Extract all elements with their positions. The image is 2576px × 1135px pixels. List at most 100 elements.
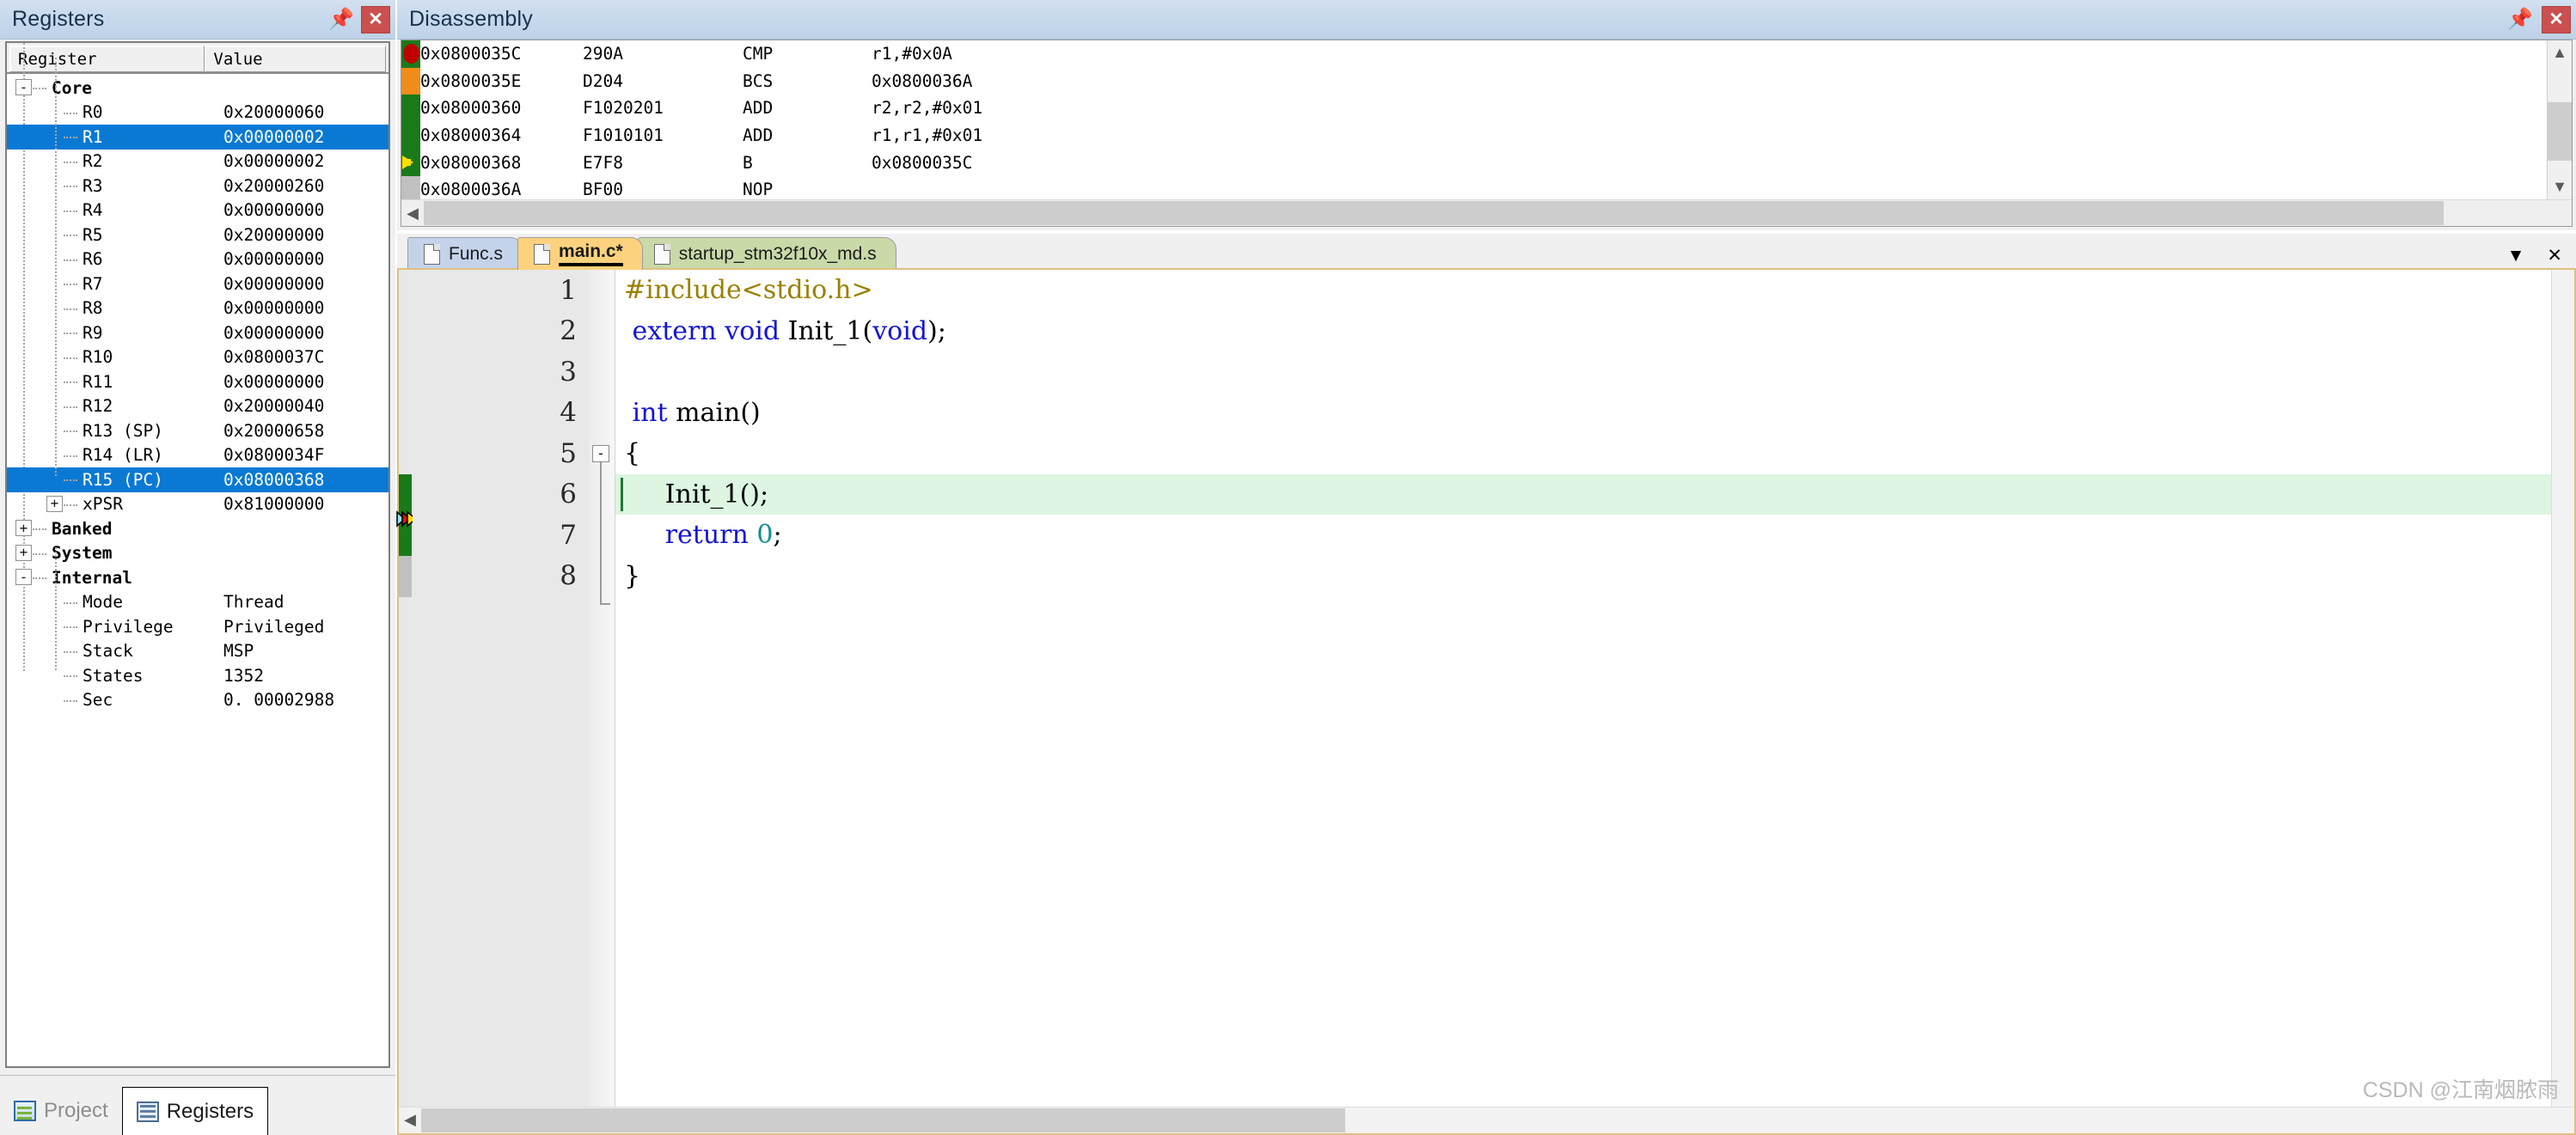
breakpoint-icon[interactable] [403, 44, 419, 64]
chevron-up-icon[interactable]: ▲ [2548, 40, 2572, 64]
register-row[interactable]: R10 0x0800037C [7, 345, 389, 370]
code-token: ; [773, 520, 782, 551]
column-header-register[interactable]: Register [9, 46, 205, 72]
register-row[interactable]: R2 0x00000002 [7, 150, 389, 174]
editor-horizontal-scrollbar[interactable]: ◀ [399, 1107, 2574, 1133]
register-row[interactable]: R4 0x00000000 [7, 198, 389, 223]
scrollbar-thumb[interactable] [421, 1108, 1345, 1132]
tree-collapse-icon[interactable]: - [15, 79, 32, 95]
close-icon[interactable]: ✕ [2542, 5, 2571, 34]
close-icon[interactable]: ✕ [361, 5, 390, 34]
register-row[interactable]: R14 (LR) 0x0800034F [7, 443, 389, 468]
register-row[interactable]: R0 0x20000060 [7, 101, 389, 125]
register-row[interactable]: Mode Thread [7, 590, 389, 615]
register-row[interactable]: R7 0x00000000 [7, 272, 389, 296]
register-row[interactable]: + xPSR 0x81000000 [7, 492, 389, 517]
register-row[interactable]: R15 (PC) 0x08000368 [7, 467, 389, 492]
code-line[interactable]: extern void Init_1(void); [615, 311, 2552, 352]
register-row[interactable]: R11 0x00000000 [7, 369, 389, 394]
disassembly-line[interactable]: 0x08000368 E7F8 B 0x0800035C [420, 149, 2548, 176]
editor-frame[interactable]: 1 2 3 4 5 6 7 8 - #include<stdio.h> extern void… [396, 268, 2576, 1135]
code-line[interactable]: { [615, 433, 2552, 474]
disassembly-gutter[interactable] [401, 40, 420, 226]
disassembly-line[interactable]: 0x0800035C 290A CMP r1,#0x0A [420, 40, 2548, 68]
editor-tab-funcs[interactable]: Func.s [407, 237, 523, 270]
scrollbar-thumb[interactable] [424, 201, 2444, 225]
register-row[interactable]: Sec 0. 00002988 [7, 688, 389, 713]
tree-expand-icon[interactable]: + [15, 544, 32, 561]
code-token: Init_1(); [624, 479, 769, 510]
register-row[interactable]: - Core [7, 76, 389, 101]
register-row[interactable]: R5 0x20000000 [7, 223, 389, 247]
bottom-tab-project[interactable]: Project [0, 1087, 122, 1135]
register-row[interactable]: R13 (SP) 0x20000658 [7, 418, 389, 443]
tree-tick [64, 186, 77, 187]
disassembly-line[interactable]: 0x0800035E D204 BCS 0x0800036A [420, 68, 2548, 95]
instruction-encoding: E7F8 [583, 152, 623, 173]
registers-grid[interactable]: Register Value - Core R0 0x20000060 R1 0x0000… [5, 41, 390, 1068]
tree-tick [64, 235, 77, 236]
pin-icon[interactable]: 📌 [2507, 7, 2533, 33]
register-row[interactable]: R1 0x00000002 [7, 125, 389, 150]
column-header-value[interactable]: Value [205, 46, 386, 72]
editor-fold-bar[interactable]: - [589, 270, 615, 1108]
chevron-left-icon[interactable]: ◀ [401, 201, 424, 225]
register-row[interactable]: R9 0x00000000 [7, 320, 389, 345]
gutter-nonexec-marker [399, 556, 412, 597]
editor-tab-startupstm32f10xmds[interactable]: startup_stm32f10x_md.s [637, 237, 896, 270]
code-line[interactable]: int main() [615, 393, 2552, 434]
disassembly-line[interactable]: 0x08000364 F1010101 ADD r1,r1,#0x01 [420, 122, 2548, 150]
editor-vertical-scrollbar[interactable] [2551, 270, 2574, 1108]
register-row[interactable]: - Internal [7, 565, 389, 590]
code-line[interactable] [615, 351, 2552, 393]
scrollbar-thumb[interactable] [2548, 102, 2572, 161]
code-token: main() [667, 397, 761, 428]
instruction-operands: r1,#0x0A [872, 44, 952, 64]
code-line[interactable]: #include<stdio.h> [615, 270, 2552, 311]
chevron-down-icon[interactable]: ▼ [2548, 174, 2572, 198]
disassembly-horizontal-scrollbar[interactable]: ◀ [401, 199, 2572, 226]
disassembly-gutter-segment[interactable] [401, 95, 420, 122]
register-row[interactable]: R8 0x00000000 [7, 296, 389, 321]
cursor-marker [621, 477, 623, 511]
fold-toggle-icon[interactable]: - [592, 445, 609, 462]
register-row[interactable]: R12 0x20000040 [7, 394, 389, 419]
close-icon[interactable]: ✕ [2547, 245, 2562, 266]
disassembly-gutter-segment[interactable] [401, 67, 420, 95]
tree-collapse-icon[interactable]: - [15, 569, 32, 585]
editor-code-area[interactable]: #include<stdio.h> extern void Init_1(voi… [615, 270, 2552, 1108]
tree-tick [64, 430, 77, 432]
registers-row-list: - Core R0 0x20000060 R1 0x00000002 R2 0x0000000… [7, 43, 389, 713]
chevron-left-icon[interactable]: ◀ [399, 1108, 421, 1132]
register-name: R7 [83, 273, 103, 294]
tree-expand-icon[interactable]: + [15, 520, 32, 536]
register-name: States [83, 665, 144, 686]
instruction-address: 0x08000368 [420, 152, 522, 173]
register-row[interactable]: R6 0x00000000 [7, 247, 389, 272]
bottom-tab-registers-label: Registers [166, 1099, 254, 1123]
register-row[interactable]: + System [7, 541, 389, 566]
pin-icon[interactable]: 📌 [328, 7, 354, 33]
code-line[interactable]: return 0; [615, 515, 2552, 556]
register-row[interactable]: States 1352 [7, 663, 389, 688]
disassembly-body[interactable]: 0x0800035C 290A CMP r1,#0x0A 0x0800035E D204 B… [401, 40, 2573, 227]
chevron-down-icon[interactable]: ▼ [2507, 246, 2525, 266]
register-row[interactable]: + Banked [7, 516, 389, 541]
tree-expand-icon[interactable]: + [46, 495, 63, 512]
bottom-tab-registers[interactable]: Registers [121, 1087, 269, 1135]
register-value: 0x00000000 [223, 322, 325, 343]
disassembly-gutter-segment[interactable] [401, 121, 420, 150]
code-line[interactable]: Init_1(); [615, 473, 2552, 515]
editor-tab-label: main.c* [559, 241, 623, 266]
register-row[interactable]: R3 0x20000260 [7, 174, 389, 198]
disassembly-line[interactable]: 0x08000360 F1020201 ADD r2,r2,#0x01 [420, 95, 2548, 122]
editor-tab-mainc[interactable]: main.c* [517, 237, 643, 270]
editor-gutter[interactable] [399, 270, 413, 1108]
register-row[interactable]: Privilege Privileged [7, 614, 389, 639]
fold-range-line [600, 462, 602, 605]
code-line[interactable]: } [615, 556, 2552, 597]
register-row[interactable]: Stack MSP [7, 639, 389, 664]
register-name: R8 [83, 298, 103, 319]
disassembly-vertical-scrollbar[interactable]: ▲ ▼ [2547, 40, 2572, 226]
